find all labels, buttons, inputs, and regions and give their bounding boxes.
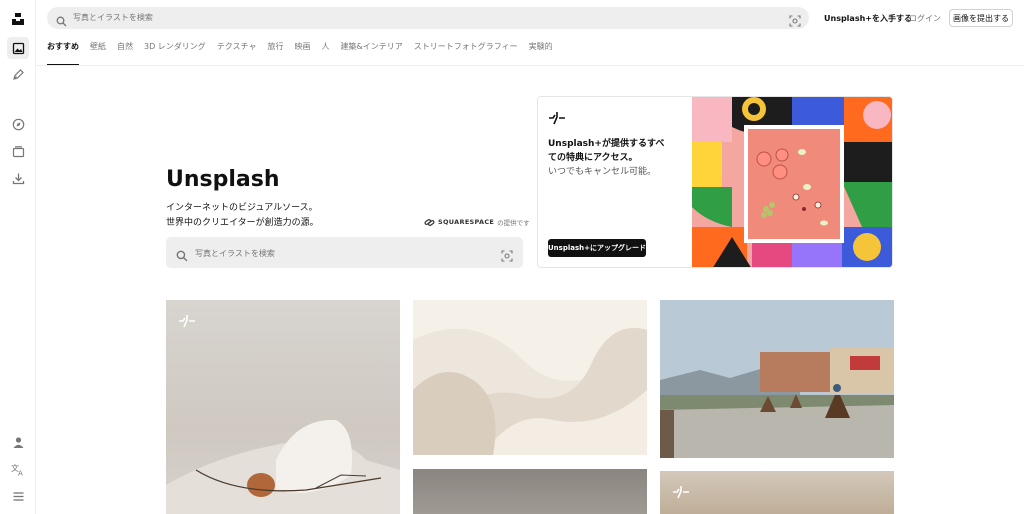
photo-egg-still-life xyxy=(166,419,400,514)
get-plus-link[interactable]: Unsplash+を入手する xyxy=(824,13,912,24)
category-nav: おすすめ 壁紙 自然 3D レンダリング テクスチャ 旅行 映画 人 建築&イン… xyxy=(47,42,553,66)
tab-nature[interactable]: 自然 xyxy=(117,42,133,66)
svg-text:A: A xyxy=(18,469,23,476)
photo-tile[interactable] xyxy=(413,469,647,514)
upgrade-button[interactable]: Unsplash+にアップグレード xyxy=(548,239,646,257)
hero-subtitle-line1: インターネットのビジュアルソース。 xyxy=(166,203,318,213)
translate-icon[interactable]: 文A xyxy=(9,460,27,478)
photo-parade-street xyxy=(660,300,894,458)
promo-artwork xyxy=(692,97,892,267)
tab-featured[interactable]: おすすめ xyxy=(47,42,79,66)
home-icon[interactable] xyxy=(7,37,29,59)
hero-title: Unsplash xyxy=(166,167,280,192)
hero-search-input[interactable]: 写真とイラストを検索 xyxy=(195,248,275,259)
tab-film[interactable]: 映画 xyxy=(294,42,310,66)
collections-icon[interactable] xyxy=(9,142,27,160)
tab-architecture-interiors[interactable]: 建築&インテリア xyxy=(340,42,402,66)
pen-icon[interactable] xyxy=(9,65,27,83)
menu-icon[interactable] xyxy=(9,487,27,505)
nav-divider xyxy=(36,65,1024,66)
visual-search-icon[interactable] xyxy=(789,12,801,31)
unsplash-plus-icon xyxy=(548,110,566,129)
promo-subtext: いつでもキャンセル可能。 xyxy=(548,167,657,177)
left-rail: 文A xyxy=(0,0,36,514)
hero-search-bar[interactable]: 写真とイラストを検索 xyxy=(166,237,523,268)
search-input[interactable]: 写真とイラストを検索 xyxy=(73,12,153,23)
login-link[interactable]: ログイン xyxy=(909,13,941,24)
photo-tile[interactable] xyxy=(413,300,647,455)
visual-search-icon[interactable] xyxy=(501,247,513,266)
download-icon[interactable] xyxy=(9,169,27,187)
tab-experimental[interactable]: 実験的 xyxy=(529,42,553,66)
search-icon[interactable] xyxy=(56,12,67,31)
photo-tile[interactable] xyxy=(660,471,894,514)
sponsor-credit[interactable]: SQUARESPACE の提供です xyxy=(424,217,530,227)
submit-image-button[interactable]: 画像を提出する xyxy=(949,9,1013,27)
tab-travel[interactable]: 旅行 xyxy=(267,42,283,66)
unsplash-plus-promo[interactable]: Unsplash+が提供するすべ ての特典にアクセス。 いつでもキャンセル可能。… xyxy=(537,96,893,268)
unsplash-logo[interactable] xyxy=(9,10,27,28)
hero-subtitle-line2: 世界中のクリエイターが創造力の源。 xyxy=(166,218,319,228)
sponsor-logo: SQUARESPACE xyxy=(438,218,495,226)
user-icon[interactable] xyxy=(9,433,27,451)
top-search-bar[interactable]: 写真とイラストを検索 xyxy=(47,7,809,29)
photo-tile[interactable] xyxy=(166,300,400,514)
unsplash-plus-icon xyxy=(672,484,690,503)
promo-headline-line1: Unsplash+が提供するすべ xyxy=(548,139,665,149)
tab-street-photography[interactable]: ストリートフォトグラフィー xyxy=(414,42,518,66)
compass-icon[interactable] xyxy=(9,115,27,133)
tab-people[interactable]: 人 xyxy=(321,42,329,66)
promo-headline-line2: ての特典にアクセス。 xyxy=(548,153,638,163)
tab-3d-renders[interactable]: 3D レンダリング xyxy=(144,42,206,66)
squarespace-icon xyxy=(424,218,435,226)
tab-textures[interactable]: テクスチャ xyxy=(217,42,257,66)
sponsor-suffix: の提供です xyxy=(497,219,530,227)
photo-tile[interactable] xyxy=(660,300,894,458)
photo-paper-curves xyxy=(413,300,647,455)
search-icon[interactable] xyxy=(176,247,188,266)
tab-wallpapers[interactable]: 壁紙 xyxy=(90,42,106,66)
